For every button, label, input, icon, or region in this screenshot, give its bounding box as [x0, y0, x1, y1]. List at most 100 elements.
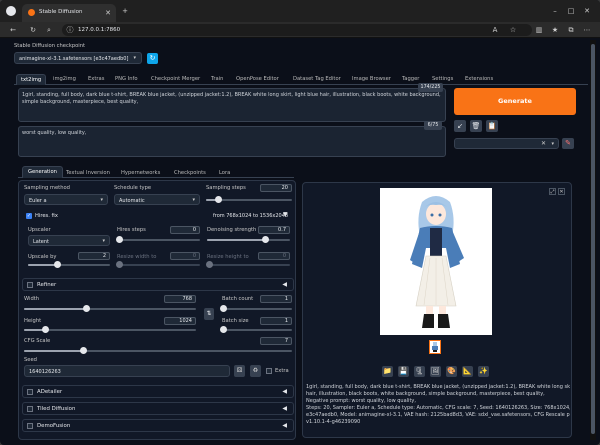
- denoising-input[interactable]: 0.7: [258, 226, 290, 234]
- refiner-accordion[interactable]: Refiner ◀: [22, 278, 294, 291]
- subtab-lora[interactable]: Lora: [219, 168, 230, 178]
- sampling-steps-slider[interactable]: [206, 196, 292, 203]
- negative-prompt-textarea[interactable]: worst quality, low quality,: [18, 126, 446, 157]
- url-field[interactable]: ⓘ 127.0.0.1:7860 A ☆: [62, 24, 532, 36]
- scrollbar-thumb[interactable]: [591, 44, 595, 434]
- tab-extras[interactable]: Extras: [88, 74, 104, 84]
- upscale-button[interactable]: ✨: [478, 366, 489, 377]
- collections-icon[interactable]: ⧉: [566, 25, 576, 35]
- resize-width-slider[interactable]: [115, 261, 200, 268]
- upscale-by-input[interactable]: 2: [78, 252, 110, 260]
- save-button[interactable]: 💾: [398, 366, 409, 377]
- tiled-diffusion-checkbox[interactable]: [27, 406, 33, 412]
- tab-checkpoint-merger[interactable]: Checkpoint Merger: [151, 74, 200, 84]
- info-icon[interactable]: ⓘ: [66, 25, 74, 35]
- seed-input[interactable]: 1640126263: [24, 365, 230, 377]
- batch-count-input[interactable]: 1: [260, 295, 292, 303]
- tiled-diffusion-accordion[interactable]: Tiled Diffusion ◀: [22, 402, 294, 415]
- refresh-checkpoint-button[interactable]: ↻: [147, 53, 158, 64]
- read-params-button[interactable]: ↙: [454, 120, 466, 132]
- prompt-textarea[interactable]: 1girl, standing, full body, dark blue t-…: [18, 88, 446, 122]
- send-to-img2img-button[interactable]: 🖼: [430, 366, 441, 377]
- favorite-icon[interactable]: ☆: [508, 25, 518, 35]
- cfg-scale-input[interactable]: 7: [260, 337, 292, 345]
- cfg-scale-slider[interactable]: [24, 347, 292, 354]
- demofusion-accordion[interactable]: DemoFusion ◀: [22, 419, 294, 432]
- tab-close-icon[interactable]: ✕: [104, 8, 112, 18]
- resize-width-input[interactable]: 0: [170, 252, 200, 260]
- sampling-method-dropdown[interactable]: Euler a ▾: [24, 194, 108, 205]
- favorites-icon[interactable]: ★: [550, 25, 560, 35]
- resize-height-input[interactable]: 0: [258, 252, 290, 260]
- page-scrollbar[interactable]: [590, 40, 596, 440]
- tab-openpose-editor[interactable]: OpenPose Editor: [236, 74, 279, 84]
- tab-img2img[interactable]: img2img: [53, 74, 76, 84]
- maximize-icon[interactable]: □: [566, 6, 576, 16]
- generate-button[interactable]: Generate: [454, 88, 576, 115]
- tab-extensions[interactable]: Extensions: [465, 74, 493, 84]
- demofusion-checkbox[interactable]: [27, 423, 33, 429]
- gallery-thumbnail[interactable]: [429, 340, 441, 354]
- upscaler-dropdown[interactable]: Latent ▾: [28, 235, 110, 246]
- styles-dropdown[interactable]: ✕ ▾: [454, 138, 559, 149]
- expand-triangle-icon[interactable]: ◀: [282, 422, 287, 429]
- subtab-hypernetworks[interactable]: Hypernetworks: [121, 168, 160, 178]
- hires-fix-checkbox[interactable]: ✓: [26, 213, 32, 219]
- schedule-type-dropdown[interactable]: Automatic ▾: [114, 194, 200, 205]
- zip-button[interactable]: 🗜: [414, 366, 425, 377]
- tab-dataset-tag-editor[interactable]: Dataset Tag Editor: [293, 74, 341, 84]
- open-folder-button[interactable]: 📁: [382, 366, 393, 377]
- batch-count-slider[interactable]: [220, 305, 292, 312]
- generated-image[interactable]: [380, 188, 492, 335]
- refiner-checkbox[interactable]: [27, 282, 33, 288]
- hires-steps-input[interactable]: 0: [170, 226, 200, 234]
- profile-avatar[interactable]: [6, 6, 16, 16]
- split-screen-icon[interactable]: ▥: [534, 25, 544, 35]
- extra-checkbox[interactable]: [266, 368, 272, 374]
- read-aloud-icon[interactable]: A: [490, 25, 500, 35]
- menu-icon[interactable]: ⋯: [582, 25, 592, 35]
- swap-dimensions-button[interactable]: ⇅: [204, 308, 214, 320]
- clipboard-button[interactable]: 📋: [486, 120, 498, 132]
- denoising-slider[interactable]: [207, 236, 290, 243]
- tab-image-browser[interactable]: Image Browser: [352, 74, 391, 84]
- random-seed-button[interactable]: ⚄: [234, 365, 245, 377]
- gallery-close-button[interactable]: ✕: [558, 188, 565, 195]
- upscale-by-slider[interactable]: [28, 261, 110, 268]
- adetailer-accordion[interactable]: ADetailer ◀: [22, 385, 294, 398]
- close-window-icon[interactable]: ✕: [582, 6, 592, 16]
- collapse-triangle-icon[interactable]: ▼: [283, 211, 288, 218]
- back-icon[interactable]: ←: [8, 25, 18, 35]
- tab-tagger[interactable]: Tagger: [402, 74, 419, 84]
- send-to-extras-button[interactable]: 📐: [462, 366, 473, 377]
- hires-steps-slider[interactable]: [115, 236, 200, 243]
- width-slider[interactable]: [24, 305, 196, 312]
- checkpoint-dropdown[interactable]: animagine-xl-3.1.safetensors [e3c47aedb0…: [14, 52, 142, 64]
- expand-triangle-icon[interactable]: ◀: [282, 281, 287, 288]
- gallery-fullscreen-button[interactable]: ⤢: [549, 188, 556, 195]
- send-to-inpaint-button[interactable]: 🎨: [446, 366, 457, 377]
- subtab-checkpoints[interactable]: Checkpoints: [174, 168, 206, 178]
- search-icon[interactable]: ⌕: [44, 25, 54, 35]
- sampling-steps-input[interactable]: 20: [260, 184, 292, 192]
- tab-png-info[interactable]: PNG Info: [115, 74, 138, 84]
- new-tab-icon[interactable]: +: [120, 6, 130, 16]
- subtab-generation[interactable]: Generation: [22, 166, 63, 178]
- resize-height-slider[interactable]: [205, 261, 290, 268]
- trash-button[interactable]: 🗑: [470, 120, 482, 132]
- height-slider[interactable]: [24, 326, 196, 333]
- tab-train[interactable]: Train: [211, 74, 223, 84]
- batch-size-input[interactable]: 1: [260, 317, 292, 325]
- batch-size-slider[interactable]: [220, 326, 292, 333]
- adetailer-checkbox[interactable]: [27, 389, 33, 395]
- clear-icon[interactable]: ✕: [541, 140, 546, 147]
- edit-styles-button[interactable]: ✎: [562, 138, 574, 149]
- subtab-textual-inversion[interactable]: Textual Inversion: [66, 168, 110, 178]
- minimize-icon[interactable]: –: [550, 6, 560, 16]
- reload-icon[interactable]: ↻: [28, 25, 38, 35]
- height-input[interactable]: 1024: [164, 317, 196, 325]
- expand-triangle-icon[interactable]: ◀: [282, 405, 287, 412]
- tab-txt2img[interactable]: txt2img: [16, 74, 47, 85]
- reuse-seed-button[interactable]: ♻: [250, 365, 261, 377]
- expand-triangle-icon[interactable]: ◀: [282, 388, 287, 395]
